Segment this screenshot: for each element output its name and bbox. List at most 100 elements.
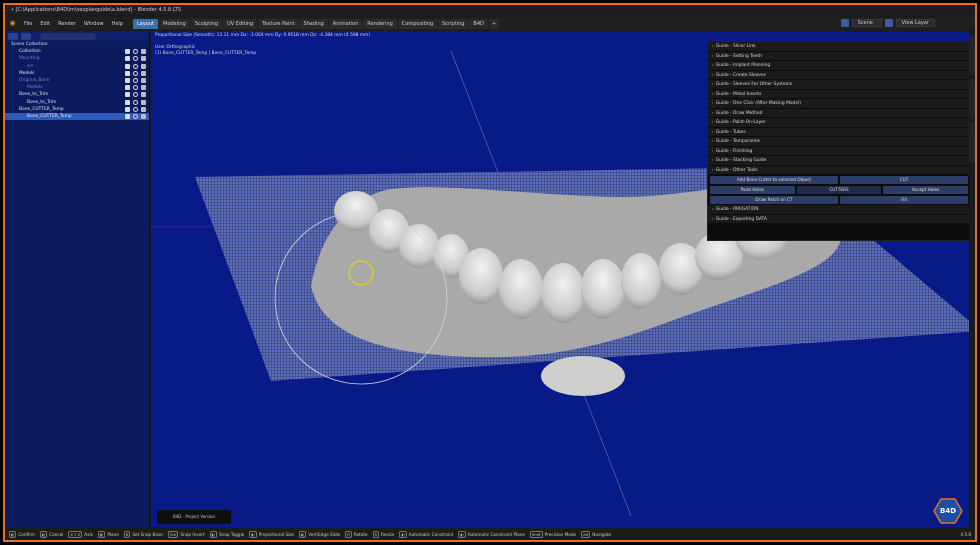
render-camera-icon[interactable] — [141, 85, 146, 91]
visibility-eye-icon[interactable] — [133, 92, 138, 98]
guide-panel-header[interactable]: › Guide - Tubes — [708, 127, 970, 137]
view-layer-field[interactable]: View Layer — [895, 19, 935, 27]
exclude-checkbox[interactable] — [125, 49, 130, 55]
guide-label: Guide - Implant Planning — [715, 63, 771, 68]
guide-panel-header[interactable]: › Guide - Metal Inserts — [708, 89, 970, 99]
visibility-eye-icon[interactable] — [133, 85, 138, 91]
outliner-row[interactable]: Bone_CUTTER_Temp — [5, 112, 149, 121]
display-mode-icon[interactable] — [8, 32, 18, 40]
visibility-eye-icon[interactable] — [133, 106, 138, 112]
menu-help[interactable]: Help — [108, 21, 127, 27]
shortcut-key: Ctrl — [167, 530, 179, 538]
tab-sculpting[interactable]: Sculpting — [190, 18, 223, 29]
render-camera-icon[interactable] — [141, 77, 146, 83]
tab-compositing[interactable]: Compositing — [397, 18, 438, 29]
tab-scripting[interactable]: Scripting — [438, 18, 469, 29]
guide-panel-header[interactable]: › Guide - One Click (After Making Model) — [708, 99, 970, 109]
tab-layout[interactable]: Layout — [133, 18, 158, 29]
guide-panel-header[interactable]: › Guide - Draw Method — [708, 108, 970, 118]
guide-panel-header[interactable]: › Guide - Slicer Link — [708, 42, 970, 52]
sidebar-tab[interactable] — [969, 35, 975, 75]
render-camera-icon[interactable] — [141, 49, 146, 55]
cut-button[interactable]: CUT — [840, 176, 968, 184]
render-camera-icon[interactable] — [141, 70, 146, 76]
guide-panel-header[interactable]: › Guide - Stacking Guide — [708, 156, 970, 166]
outliner-row[interactable]: Bone_to_Trim — [5, 99, 149, 106]
outliner-row[interactable]: Original_Bone — [5, 77, 149, 84]
tab-shading[interactable]: Shading — [299, 18, 328, 29]
outliner-row[interactable]: Bone_to_Trim — [5, 91, 149, 98]
sidebar-tab[interactable] — [969, 123, 975, 163]
visibility-eye-icon[interactable] — [133, 56, 138, 62]
visibility-eye-icon[interactable] — [133, 70, 138, 76]
outliner-row-label: Bone_to_Trim — [19, 92, 49, 98]
guide-panel-header[interactable]: › Guide - IRRIGATION — [708, 205, 970, 215]
exclude-checkbox[interactable] — [125, 106, 130, 112]
outliner-row[interactable]: Models — [5, 84, 149, 91]
render-camera-icon[interactable] — [141, 92, 146, 98]
add-workspace-button[interactable]: + — [488, 18, 500, 29]
guide-panel-header[interactable]: › Guide - Create Sleeves — [708, 70, 970, 80]
shortcut-label: Proportional Size — [258, 531, 294, 537]
render-camera-icon[interactable] — [141, 56, 146, 62]
guide-panel-header[interactable]: › Guide - Implant Planning — [708, 61, 970, 71]
accept-holes-button[interactable]: Accept Holes — [883, 186, 969, 194]
exclude-checkbox[interactable] — [125, 92, 130, 98]
guide-panel-header[interactable]: › Guide - Temporaries — [708, 137, 970, 147]
tab-texture-paint[interactable]: Texture Paint — [258, 18, 299, 29]
tab-b4d[interactable]: B4D — [469, 18, 488, 29]
outliner-row[interactable]: sm — [5, 63, 149, 70]
guide-panel-header[interactable]: › Guide - Paint-On-Layer — [708, 118, 970, 128]
visibility-eye-icon[interactable] — [133, 77, 138, 83]
render-camera-icon[interactable] — [141, 113, 146, 119]
menu-file[interactable]: File — [20, 21, 36, 27]
cutters-button[interactable]: CUTTERS — [796, 186, 882, 194]
outliner-search-input[interactable] — [40, 32, 96, 40]
outliner-row[interactable]: Models — [5, 70, 149, 77]
3d-viewport[interactable]: Proportional Size (Smooth): 13.11 mm Dx:… — [151, 31, 975, 527]
outliner-row[interactable]: Scene Collection — [5, 41, 149, 48]
chevron-right-icon: › — [712, 91, 714, 97]
outliner-row-label: Mounting — [19, 56, 40, 62]
visibility-eye-icon[interactable] — [133, 99, 138, 105]
draw-patch-button[interactable]: Draw Patch on CT — [710, 196, 838, 204]
fill-button[interactable]: Fill — [840, 196, 968, 204]
render-camera-icon[interactable] — [141, 106, 146, 112]
outliner-row[interactable]: Collection — [5, 48, 149, 55]
project-timeline-button[interactable]: B4D - Project Version Timeline — [157, 510, 231, 524]
sidebar-tab[interactable] — [969, 79, 975, 119]
exclude-checkbox[interactable] — [125, 77, 130, 83]
add-bone-cutter-button[interactable]: Add Bone Cutter to selected Object — [710, 176, 838, 184]
exclude-checkbox[interactable] — [125, 56, 130, 62]
exclude-checkbox[interactable] — [125, 99, 130, 105]
guide-panel-header[interactable]: › Guide - Setting Teeth — [708, 51, 970, 61]
exclude-checkbox[interactable] — [125, 63, 130, 69]
outliner-row[interactable]: Bone_CUTTER_Temp — [5, 106, 149, 113]
outliner-row[interactable]: Mounting — [5, 55, 149, 62]
scene-field[interactable]: Scene — [851, 19, 882, 27]
menu-edit[interactable]: Edit — [36, 21, 54, 27]
visibility-eye-icon[interactable] — [133, 63, 138, 69]
render-camera-icon[interactable] — [141, 63, 146, 69]
exclude-checkbox[interactable] — [125, 70, 130, 76]
visibility-eye-icon[interactable] — [133, 49, 138, 55]
menu-window[interactable]: Window — [80, 21, 108, 27]
guide-panel-header[interactable]: › Guide - Other Tools — [708, 165, 970, 175]
guide-panel-header[interactable]: › Guide - Finishing — [708, 146, 970, 156]
tab-uv-editing[interactable]: UV Editing — [223, 18, 258, 29]
outliner-panel: Scene Collection Collection Mounting sm Mode… — [5, 31, 150, 527]
guide-panel-header[interactable]: › Guide - Sleeves For Other Systems — [708, 80, 970, 90]
exclude-checkbox[interactable] — [125, 113, 130, 119]
filter-icon[interactable] — [21, 32, 31, 40]
guide-label: Guide - Create Sleeves — [715, 72, 767, 78]
visibility-eye-icon[interactable] — [133, 113, 138, 119]
tab-rendering[interactable]: Rendering — [363, 18, 397, 29]
blender-logo-icon[interactable]: ◉ — [8, 19, 17, 28]
exclude-checkbox[interactable] — [125, 85, 130, 91]
tab-modeling[interactable]: Modeling — [159, 18, 190, 29]
render-camera-icon[interactable] — [141, 99, 146, 105]
guide-panel-header[interactable]: › Guide - Exporting DATA — [708, 214, 970, 224]
tab-animation[interactable]: Animation — [328, 18, 363, 29]
paint-holes-button[interactable]: Paint Holes — [710, 186, 795, 194]
menu-render[interactable]: Render — [54, 21, 80, 27]
